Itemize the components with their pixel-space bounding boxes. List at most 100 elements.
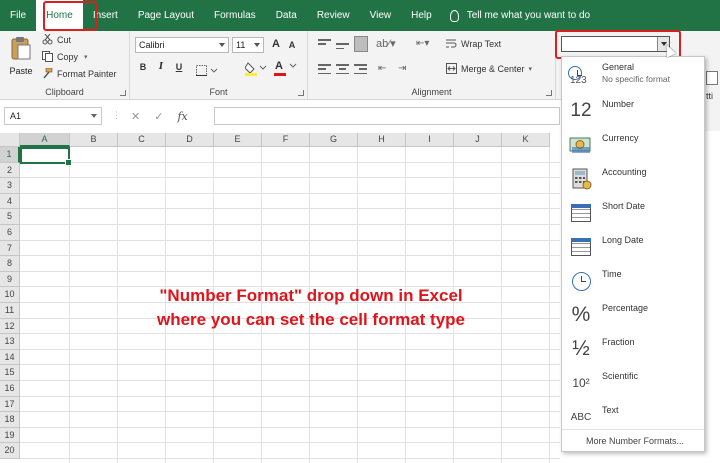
row-header[interactable]: 19 — [0, 427, 20, 444]
wrap-text-label: Wrap Text — [461, 38, 502, 49]
row-header[interactable]: 1 — [0, 147, 20, 163]
row-header[interactable]: 6 — [0, 225, 20, 241]
format-option-fraction[interactable]: ½ Fraction — [562, 331, 704, 365]
font-color-letter: A — [275, 60, 283, 72]
row-header[interactable]: 16 — [0, 381, 20, 397]
copy-dropdown-icon[interactable]: ▾ — [84, 53, 88, 61]
row-header[interactable]: 17 — [0, 396, 20, 413]
cut-button[interactable]: Cut — [42, 33, 71, 45]
format-option-percentage[interactable]: % Percentage — [562, 297, 704, 331]
font-name-select[interactable]: Calibri — [135, 37, 229, 53]
row-header[interactable]: 14 — [0, 349, 20, 366]
wrap-text-button[interactable]: Wrap Text — [446, 38, 501, 49]
bold-button[interactable]: B — [136, 62, 150, 72]
font-launcher-icon[interactable] — [298, 90, 304, 96]
align-right-icon[interactable] — [354, 64, 367, 74]
format-painter-button[interactable]: Format Painter — [42, 67, 117, 79]
merge-center-button[interactable]: Merge & Center ▾ — [446, 63, 532, 74]
insert-function-button[interactable]: fx — [177, 110, 187, 123]
wrap-ltr-icon[interactable]: ⇤▾ — [416, 38, 429, 49]
column-header[interactable]: K — [502, 133, 550, 147]
column-header[interactable]: E — [214, 133, 262, 147]
column-header[interactable]: H — [358, 133, 406, 147]
fill-color-button[interactable] — [244, 61, 267, 76]
cancel-icon[interactable]: ✕ — [131, 110, 140, 123]
row-header[interactable]: 5 — [0, 209, 20, 225]
more-number-formats-link[interactable]: More Number Formats... — [562, 429, 704, 451]
orientation-icon[interactable]: ab⁄▾ — [376, 37, 396, 50]
paste-button[interactable]: Paste — [8, 35, 34, 76]
format-option-scientific[interactable]: 10² Scientific — [562, 365, 704, 399]
formula-input[interactable] — [214, 107, 560, 125]
shrink-font-button[interactable]: A — [285, 40, 299, 50]
row-header[interactable]: 13 — [0, 334, 20, 350]
format-option-currency[interactable]: Currency — [562, 127, 704, 161]
column-header[interactable]: F — [262, 133, 310, 147]
column-header[interactable]: I — [406, 133, 454, 147]
row-header[interactable]: 7 — [0, 240, 20, 257]
tab-view[interactable]: View — [360, 0, 402, 31]
clipboard-launcher-icon[interactable] — [120, 90, 126, 96]
alignment-launcher-icon[interactable] — [546, 90, 552, 96]
column-header[interactable]: B — [70, 133, 118, 147]
row-header[interactable]: 9 — [0, 271, 20, 288]
active-cell[interactable] — [20, 147, 72, 166]
row-header[interactable]: 11 — [0, 303, 20, 319]
grow-font-button[interactable]: A — [269, 38, 283, 50]
menu-bar: File Home Insert Page Layout Formulas Da… — [0, 0, 720, 31]
align-top-icon[interactable] — [318, 39, 331, 49]
tab-page-layout[interactable]: Page Layout — [128, 0, 204, 31]
tab-formulas[interactable]: Formulas — [204, 0, 266, 31]
copy-button[interactable]: Copy ▾ — [42, 51, 88, 62]
format-option-number[interactable]: 12 Number — [562, 93, 704, 127]
row-header[interactable]: 18 — [0, 412, 20, 428]
clock-123-icon: 123 — [567, 65, 595, 89]
align-middle-icon[interactable] — [336, 39, 349, 49]
align-left-icon[interactable] — [318, 64, 331, 74]
fraction-icon: ½ — [572, 337, 590, 360]
format-option-time[interactable]: Time — [562, 263, 704, 297]
format-option-short-date[interactable]: Short Date — [562, 195, 704, 229]
italic-button[interactable]: I — [154, 62, 168, 72]
tab-review[interactable]: Review — [307, 0, 360, 31]
chevron-down-icon[interactable]: ▾ — [529, 65, 533, 73]
row-header[interactable]: 3 — [0, 178, 20, 194]
tell-me-search[interactable]: Tell me what you want to do — [449, 9, 590, 22]
increase-indent-icon[interactable]: ⇥ — [398, 63, 406, 74]
cell-styles-icon[interactable] — [706, 71, 718, 85]
font-color-button[interactable]: A — [274, 60, 300, 76]
format-option-long-date[interactable]: Long Date — [562, 229, 704, 263]
format-option-accounting[interactable]: Accounting — [562, 161, 704, 195]
tab-help[interactable]: Help — [401, 0, 442, 31]
column-header[interactable]: A — [20, 133, 70, 147]
row-header[interactable]: 20 — [0, 443, 20, 459]
caption-line-2: where you can set the cell format type — [157, 310, 465, 329]
format-option-text[interactable]: ABC Text — [562, 399, 704, 433]
tab-file[interactable]: File — [0, 0, 36, 31]
font-size-select[interactable]: 11 — [232, 37, 264, 53]
formula-bar-grip-icon[interactable]: ⋮ — [112, 110, 121, 121]
align-center-icon[interactable] — [336, 64, 349, 74]
gridline — [20, 426, 560, 428]
borders-button[interactable] — [196, 63, 218, 76]
select-all-corner[interactable] — [0, 133, 20, 147]
tab-data[interactable]: Data — [266, 0, 307, 31]
align-bottom-icon[interactable] — [354, 36, 368, 52]
row-header[interactable]: 2 — [0, 162, 20, 179]
enter-icon[interactable]: ✓ — [154, 110, 163, 123]
row-header[interactable]: 10 — [0, 287, 20, 303]
column-header[interactable]: D — [166, 133, 214, 147]
format-option-general[interactable]: 123 General No specific format — [562, 59, 704, 93]
row-header[interactable]: 8 — [0, 256, 20, 272]
column-header[interactable]: J — [454, 133, 502, 147]
column-header[interactable]: G — [310, 133, 358, 147]
underline-button[interactable]: U — [172, 62, 186, 72]
row-header[interactable]: 4 — [0, 193, 20, 210]
name-box[interactable]: A1 — [4, 107, 102, 125]
decrease-indent-icon[interactable]: ⇤ — [378, 63, 386, 74]
row-header[interactable]: 12 — [0, 318, 20, 335]
gridline — [20, 161, 560, 163]
row-header[interactable]: 15 — [0, 365, 20, 381]
gridline — [20, 177, 560, 179]
column-header[interactable]: C — [118, 133, 166, 147]
